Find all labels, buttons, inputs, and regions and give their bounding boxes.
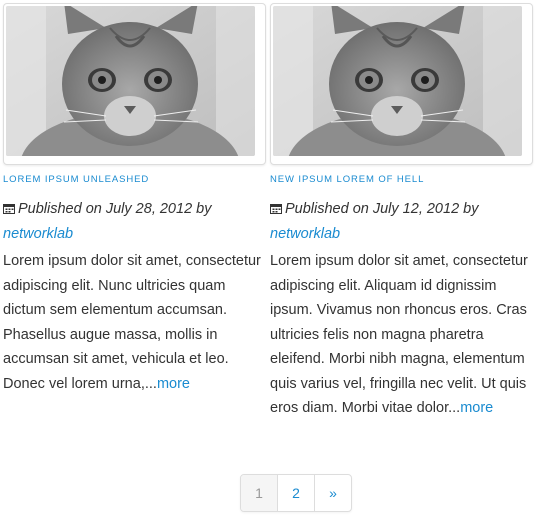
post-meta: Published on July 28, 2012 by networklab bbox=[3, 197, 266, 246]
cat-photo-image bbox=[273, 6, 522, 156]
calendar-icon bbox=[270, 198, 282, 222]
post-card: LOREM IPSUM UNLEASHED Published on July … bbox=[3, 3, 266, 396]
post-title-link[interactable]: NEW IPSUM LOREM OF HELL bbox=[270, 173, 533, 187]
post-title-link[interactable]: LOREM IPSUM UNLEASHED bbox=[3, 173, 266, 187]
author-link[interactable]: networklab bbox=[3, 226, 73, 242]
read-more-link[interactable]: more bbox=[460, 400, 493, 416]
excerpt-text: Lorem ipsum dolor sit amet, consectetur … bbox=[270, 253, 528, 416]
calendar-icon bbox=[3, 198, 15, 222]
author-link[interactable]: networklab bbox=[270, 226, 340, 242]
post-thumbnail[interactable] bbox=[3, 3, 266, 165]
excerpt-text: Lorem ipsum dolor sit amet, consectetur … bbox=[3, 253, 261, 392]
published-date-text: Published on July 12, 2012 by bbox=[285, 201, 479, 217]
page-2-button[interactable]: 2 bbox=[277, 475, 314, 511]
post-excerpt: Lorem ipsum dolor sit amet, consectetur … bbox=[270, 249, 533, 421]
post-card: NEW IPSUM LOREM OF HELL Published on Jul… bbox=[270, 3, 533, 421]
read-more-link[interactable]: more bbox=[157, 376, 190, 392]
post-meta: Published on July 12, 2012 by networklab bbox=[270, 197, 533, 246]
next-page-button[interactable]: » bbox=[314, 475, 351, 511]
cat-photo-image bbox=[6, 6, 255, 156]
published-date-text: Published on July 28, 2012 by bbox=[18, 201, 212, 217]
page-1-button[interactable]: 1 bbox=[241, 475, 277, 511]
post-thumbnail[interactable] bbox=[270, 3, 533, 165]
post-excerpt: Lorem ipsum dolor sit amet, consectetur … bbox=[3, 249, 266, 396]
pagination: 1 2 » bbox=[240, 474, 352, 512]
